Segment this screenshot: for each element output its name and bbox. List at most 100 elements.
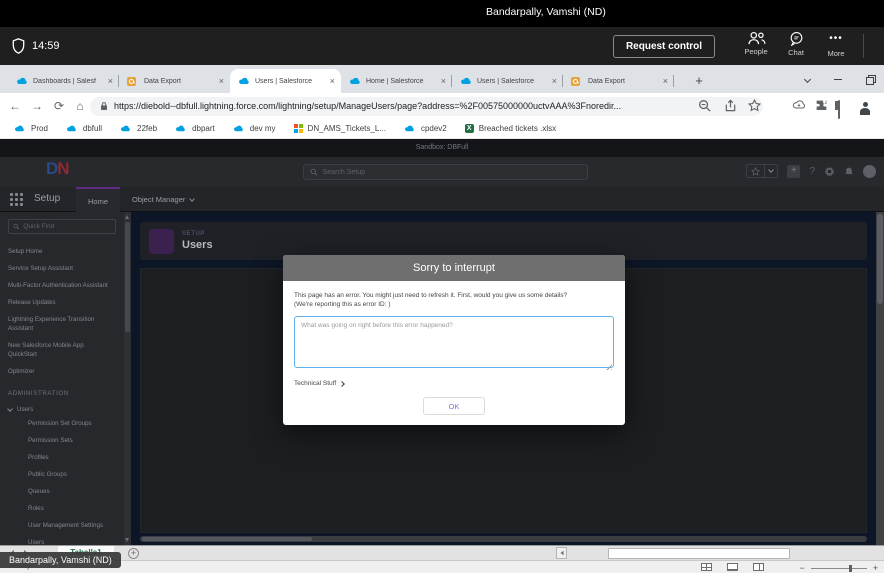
bookmark-dev-my[interactable]: dev my bbox=[233, 124, 276, 133]
sidebar-item-optimizer[interactable]: Optimizer bbox=[8, 363, 131, 380]
bookmark-star-icon[interactable] bbox=[748, 99, 761, 112]
excel-hscrollbar-thumb[interactable] bbox=[608, 548, 790, 559]
tab-close-icon[interactable]: × bbox=[441, 76, 446, 86]
zoom-slider-thumb[interactable] bbox=[848, 564, 852, 572]
bookmark-dn-ams-tickets[interactable]: DN_AMS_Tickets_L... bbox=[293, 124, 386, 133]
scrollbar-thumb[interactable] bbox=[125, 222, 130, 332]
normal-view-icon[interactable] bbox=[701, 563, 712, 571]
sidebar-item-user-management-settings[interactable]: User Management Settings bbox=[8, 517, 131, 534]
favorites-star-icon[interactable] bbox=[747, 165, 764, 177]
browser-tab-data-export-2[interactable]: Data Export × bbox=[563, 69, 674, 93]
scroll-down-icon[interactable] bbox=[125, 538, 129, 542]
tab-close-icon[interactable]: × bbox=[552, 76, 557, 86]
content-horizontal-scrollbar[interactable] bbox=[140, 536, 867, 542]
page-layout-view-icon[interactable] bbox=[727, 563, 738, 571]
forward-button[interactable]: → bbox=[28, 97, 46, 115]
tab-close-icon[interactable]: × bbox=[663, 76, 668, 86]
sidebar-item-setup-home[interactable]: Setup Home bbox=[8, 243, 131, 260]
quick-create-icon[interactable]: + bbox=[787, 164, 801, 178]
add-sheet-button[interactable]: + bbox=[128, 548, 139, 559]
reload-button[interactable]: ⟳ bbox=[50, 97, 68, 115]
sidebar-item-mfa-assistant[interactable]: Multi-Factor Authentication Assistant bbox=[8, 277, 131, 294]
setup-search-input[interactable] bbox=[322, 168, 581, 176]
notification-bell-icon[interactable] bbox=[844, 166, 854, 177]
sidebar-item-permission-set-groups[interactable]: Permission Set Groups bbox=[8, 415, 131, 432]
browser-tab-users-2[interactable]: Users | Salesforce × bbox=[452, 69, 563, 93]
sidebar-item-roles[interactable]: Roles bbox=[8, 500, 131, 517]
chevron-down-icon bbox=[7, 405, 13, 412]
sidebar-item-release-updates[interactable]: Release Updates bbox=[8, 294, 131, 311]
sidebar-item-mobile-quickstart[interactable]: New Salesforce Mobile App QuickStart bbox=[8, 337, 88, 363]
url-omnibox[interactable]: https://diebold--dbfull.lightning.force.… bbox=[90, 96, 763, 116]
presenter-overlay-label: Bandarpally, Vamshi (ND) bbox=[0, 552, 121, 568]
page-break-view-icon[interactable] bbox=[753, 563, 764, 571]
nav-tab-object-manager[interactable]: Object Manager bbox=[124, 187, 202, 212]
sidebar-item-service-setup-assistant[interactable]: Service Setup Assistant bbox=[8, 260, 131, 277]
favorites-dropdown-icon[interactable] bbox=[764, 165, 777, 177]
window-restore-button[interactable] bbox=[866, 75, 876, 85]
window-minimize-button[interactable] bbox=[834, 78, 842, 80]
tab-close-icon[interactable]: × bbox=[108, 76, 113, 86]
share-icon[interactable] bbox=[724, 99, 737, 112]
sidebar-item-lex-transition-assistant[interactable]: Lightning Experience Transition Assistan… bbox=[8, 311, 100, 337]
salesforce-cloud-icon bbox=[233, 124, 245, 133]
home-button[interactable]: ⌂ bbox=[71, 97, 89, 115]
favorites-control[interactable] bbox=[746, 164, 779, 178]
browser-tab-data-export-1[interactable]: Data Export × bbox=[119, 69, 230, 93]
setup-gear-icon[interactable] bbox=[824, 166, 835, 177]
error-details-textarea[interactable] bbox=[294, 316, 614, 368]
quick-find-box[interactable] bbox=[8, 219, 116, 234]
zoom-minus-button[interactable]: − bbox=[799, 563, 804, 573]
lock-icon bbox=[100, 101, 108, 111]
quick-find-input[interactable] bbox=[23, 223, 111, 230]
scrollbar-thumb[interactable] bbox=[877, 214, 883, 304]
more-button[interactable]: ••• More bbox=[816, 31, 856, 58]
sidebar-group-users[interactable]: Users bbox=[7, 405, 131, 413]
profile-avatar[interactable] bbox=[858, 99, 872, 113]
bookmark-dbpart[interactable]: dbpart bbox=[175, 124, 215, 133]
scroll-up-icon[interactable] bbox=[125, 215, 129, 219]
people-button[interactable]: People bbox=[736, 31, 776, 56]
tab-title: Users | Salesforce bbox=[477, 77, 535, 85]
tab-close-icon[interactable]: × bbox=[219, 76, 224, 86]
app-launcher-icon[interactable] bbox=[10, 193, 23, 206]
setup-search-box[interactable] bbox=[303, 164, 588, 180]
browser-tab-dashboards[interactable]: Dashboards | Salesf × bbox=[8, 69, 119, 93]
salesforce-header: DN + ? bbox=[0, 157, 884, 187]
browser-tab-users-active[interactable]: Users | Salesforce × bbox=[230, 69, 341, 93]
sidebar-item-profiles[interactable]: Profiles bbox=[8, 449, 131, 466]
bookmark-breached-tickets[interactable]: X Breached tickets .xlsx bbox=[464, 124, 556, 133]
sidebar-item-users[interactable]: Users bbox=[8, 534, 131, 545]
excel-file-icon: X bbox=[464, 124, 474, 133]
browser-tab-home[interactable]: Home | Salesforce × bbox=[341, 69, 452, 93]
back-button[interactable]: ← bbox=[6, 97, 24, 115]
help-icon[interactable]: ? bbox=[809, 166, 815, 177]
request-control-button[interactable]: Request control bbox=[613, 35, 715, 58]
bookmark-dbfull[interactable]: dbfull bbox=[66, 124, 102, 133]
sidebar-item-queues[interactable]: Queues bbox=[8, 483, 131, 500]
bookmark-cpdev2[interactable]: cpdev2 bbox=[404, 124, 447, 133]
bookmark-prod[interactable]: Prod bbox=[14, 124, 48, 133]
sidebar-item-public-groups[interactable]: Public Groups bbox=[8, 466, 131, 483]
user-avatar[interactable] bbox=[863, 164, 876, 178]
new-tab-button[interactable]: + bbox=[690, 72, 708, 90]
sidebar-scrollbar[interactable] bbox=[124, 212, 131, 545]
chat-button[interactable]: Chat bbox=[776, 31, 816, 57]
extensions-puzzle-icon[interactable] bbox=[815, 99, 829, 113]
zoom-plus-button[interactable]: + bbox=[873, 563, 878, 573]
tab-close-icon[interactable]: × bbox=[330, 76, 335, 86]
ok-button[interactable]: OK bbox=[423, 397, 485, 415]
side-panel-icon[interactable] bbox=[838, 100, 852, 119]
technical-stuff-link[interactable]: Technical Stuff bbox=[294, 380, 614, 387]
hscroll-left-button[interactable] bbox=[556, 547, 567, 559]
zoom-out-icon[interactable] bbox=[698, 99, 711, 112]
nav-tab-home[interactable]: Home bbox=[76, 187, 121, 212]
sidebar-item-permission-sets[interactable]: Permission Sets bbox=[8, 432, 131, 449]
page-vertical-scrollbar[interactable] bbox=[876, 212, 884, 545]
tab-title: Users | Salesforce bbox=[255, 77, 313, 85]
bookmark-22feb[interactable]: 22feb bbox=[120, 124, 157, 133]
zoom-slider[interactable] bbox=[810, 564, 867, 572]
tab-search-chevron-icon[interactable] bbox=[803, 75, 812, 83]
offline-cloud-icon[interactable] bbox=[792, 99, 806, 113]
scrollbar-thumb[interactable] bbox=[142, 537, 312, 541]
